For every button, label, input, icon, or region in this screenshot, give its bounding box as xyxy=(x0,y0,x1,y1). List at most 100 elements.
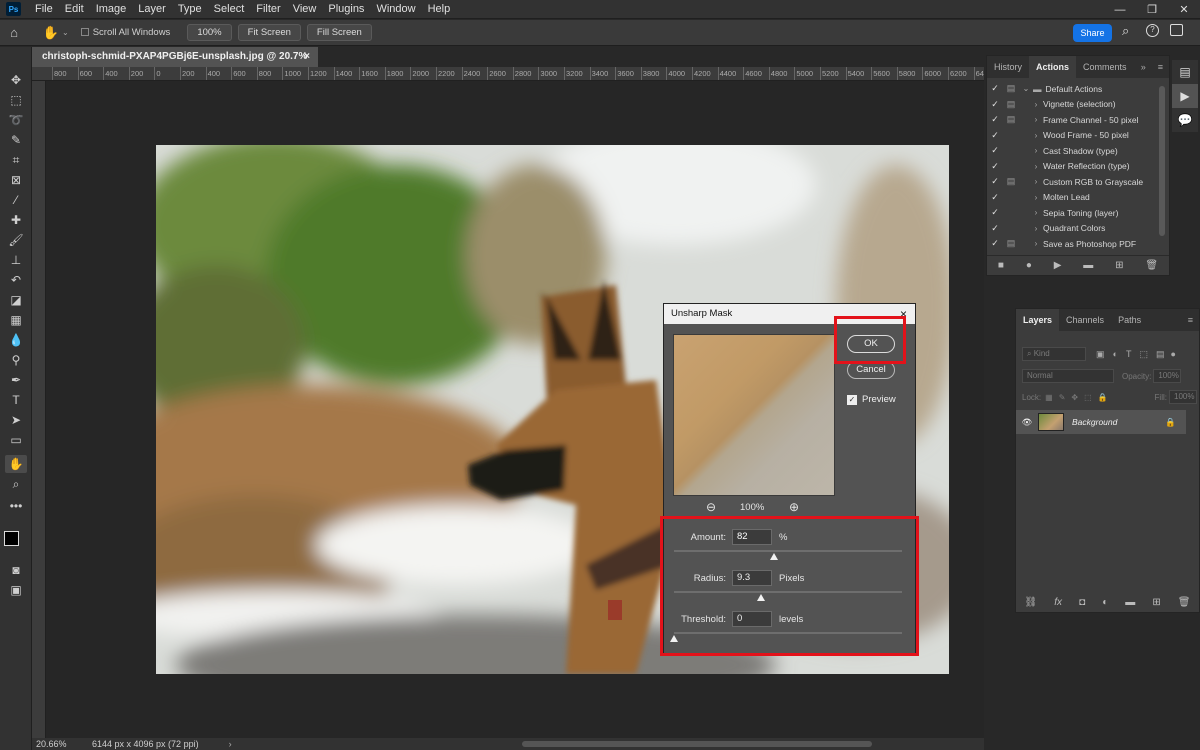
zoom-in-icon[interactable]: ⊕ xyxy=(789,500,799,514)
blend-mode-select[interactable]: Normal xyxy=(1022,369,1114,383)
menu-view[interactable]: View xyxy=(287,0,323,19)
delete-icon[interactable]: 🗑 xyxy=(1145,260,1158,271)
checkmark-icon[interactable]: ✓ xyxy=(987,99,1003,110)
hand-tool-active-icon[interactable]: ✋ xyxy=(5,455,27,473)
home-icon[interactable]: ⌂ xyxy=(0,25,28,40)
expand-chevron-icon[interactable]: › xyxy=(1029,224,1043,233)
filter-type-icon[interactable]: T xyxy=(1126,349,1132,359)
menu-select[interactable]: Select xyxy=(208,0,251,19)
visibility-eye-icon[interactable]: 👁 xyxy=(1016,417,1038,428)
eraser-tool-icon[interactable]: ◪ xyxy=(5,291,27,309)
add-mask-icon[interactable]: ◘ xyxy=(1079,597,1085,608)
scroll-all-windows-checkbox[interactable]: Scroll All Windows xyxy=(80,27,170,38)
expand-chevron-icon[interactable]: › xyxy=(1029,162,1043,171)
clone-stamp-tool-icon[interactable]: ⊥ xyxy=(5,251,27,269)
action-row[interactable]: ✓ › Molten Lead xyxy=(987,190,1169,206)
checkmark-icon[interactable]: ✓ xyxy=(987,176,1003,187)
action-row[interactable]: ✓ ▤ ⌄ ▬ Default Actions xyxy=(987,81,1169,97)
tab-layers[interactable]: Layers xyxy=(1016,309,1060,331)
close-window-button[interactable]: ✕ xyxy=(1168,0,1200,19)
hand-tool-icon[interactable]: ✋ xyxy=(40,25,62,41)
layers-menu-icon[interactable]: ≡ xyxy=(1188,315,1199,325)
checkmark-icon[interactable]: ✓ xyxy=(987,192,1003,203)
checkmark-icon[interactable]: ✓ xyxy=(987,223,1003,234)
layer-kind-filter[interactable]: ⌕ Kind xyxy=(1022,347,1086,361)
dialog-toggle-icon[interactable]: ▤ xyxy=(1003,114,1019,125)
checkmark-icon[interactable]: ✓ xyxy=(987,161,1003,172)
horizontal-scrollbar[interactable] xyxy=(522,741,872,747)
tab-channels[interactable]: Channels xyxy=(1059,309,1111,331)
lock-artboard-icon[interactable]: ⬚ xyxy=(1084,393,1092,402)
tab-actions[interactable]: Actions xyxy=(1029,56,1077,78)
move-tool-icon[interactable]: ✥ xyxy=(5,71,27,89)
expand-chevron-icon[interactable]: › xyxy=(1029,193,1043,202)
lasso-tool-icon[interactable]: ➰ xyxy=(5,111,27,129)
screen-mode-icon[interactable]: ▣ xyxy=(5,581,27,599)
menu-edit[interactable]: Edit xyxy=(59,0,90,19)
minimize-button[interactable]: — xyxy=(1104,0,1136,19)
search-icon[interactable]: ⌕ xyxy=(1122,23,1129,39)
stop-icon[interactable]: ■ xyxy=(998,260,1004,271)
blur-tool-icon[interactable]: 💧 xyxy=(5,331,27,349)
eyedropper-tool-icon[interactable]: ⁄ xyxy=(5,191,27,209)
expand-chevron-icon[interactable]: › xyxy=(1029,239,1043,248)
action-row[interactable]: ✓ ▤ › Save as Photoshop PDF xyxy=(987,236,1169,252)
help-icon[interactable]: ? xyxy=(1146,24,1159,37)
action-row[interactable]: ✓ › Quadrant Colors xyxy=(987,221,1169,237)
fill-field[interactable]: 100% xyxy=(1169,390,1197,404)
menu-plugins[interactable]: Plugins xyxy=(322,0,370,19)
menu-help[interactable]: Help xyxy=(422,0,457,19)
new-action-icon[interactable]: ⊞ xyxy=(1115,260,1123,271)
fx-icon[interactable]: fx xyxy=(1054,597,1062,608)
play-icon[interactable]: ▶ xyxy=(1054,260,1062,271)
chevron-down-icon[interactable]: ⌄ xyxy=(62,28,69,37)
record-icon[interactable]: ● xyxy=(1026,260,1032,271)
expand-chevron-icon[interactable]: ⌄ xyxy=(1019,84,1033,93)
menu-layer[interactable]: Layer xyxy=(132,0,172,19)
crop-tool-icon[interactable]: ⌗ xyxy=(5,151,27,169)
action-row[interactable]: ✓ ▤ › Custom RGB to Grayscale xyxy=(987,174,1169,190)
color-swatches[interactable] xyxy=(4,531,28,555)
frame-tool-icon[interactable]: ⊠ xyxy=(5,171,27,189)
brush-tool-icon[interactable]: 🖌 xyxy=(5,231,27,249)
new-layer-icon[interactable]: ⊞ xyxy=(1152,597,1160,608)
tab-comments[interactable]: Comments xyxy=(1076,56,1134,78)
link-layers-icon[interactable]: ⛓ xyxy=(1025,597,1038,608)
restore-button[interactable]: ❐ xyxy=(1136,0,1168,19)
history-brush-tool-icon[interactable]: ↶ xyxy=(5,271,27,289)
action-row[interactable]: ✓ ▤ › Frame Channel - 50 pixel xyxy=(987,112,1169,128)
type-tool-icon[interactable]: T xyxy=(5,391,27,409)
checkmark-icon[interactable]: ✓ xyxy=(987,145,1003,156)
fit-screen-button[interactable]: Fit Screen xyxy=(237,24,301,41)
filter-toggle-icon[interactable]: ● xyxy=(1170,349,1175,359)
checkmark-icon[interactable]: ✓ xyxy=(987,130,1003,141)
expand-chevron-icon[interactable]: › xyxy=(1029,115,1043,124)
filter-preview[interactable] xyxy=(673,334,835,496)
actions-side-icon[interactable]: ▶ xyxy=(1172,84,1198,108)
new-set-icon[interactable]: ▬ xyxy=(1083,260,1093,271)
tab-paths[interactable]: Paths xyxy=(1111,309,1148,331)
filter-pixel-icon[interactable]: ▣ xyxy=(1096,349,1105,360)
expand-chevron-icon[interactable]: › xyxy=(1029,100,1043,109)
menu-type[interactable]: Type xyxy=(172,0,208,19)
expand-chevron-icon[interactable]: › xyxy=(1029,208,1043,217)
dialog-toggle-icon[interactable]: ▤ xyxy=(1003,99,1019,110)
action-row[interactable]: ✓ › Cast Shadow (type) xyxy=(987,143,1169,159)
healing-brush-tool-icon[interactable]: ✚ xyxy=(5,211,27,229)
workspace-icon[interactable] xyxy=(1170,24,1183,36)
pen-tool-icon[interactable]: ✒ xyxy=(5,371,27,389)
tab-history[interactable]: History xyxy=(987,56,1029,78)
zoom-tool-icon[interactable]: ⌕ xyxy=(5,475,27,493)
dialog-toggle-icon[interactable]: ▤ xyxy=(1003,83,1019,94)
filter-adjustment-icon[interactable]: ◐ xyxy=(1113,349,1118,359)
expand-chevron-icon[interactable]: › xyxy=(1029,177,1043,186)
status-arrow-icon[interactable]: › xyxy=(229,739,232,749)
history-side-icon[interactable]: ▤ xyxy=(1172,60,1198,84)
new-group-icon[interactable]: ▬ xyxy=(1125,597,1135,608)
lock-position-icon[interactable]: ✥ xyxy=(1071,393,1078,402)
gradient-tool-icon[interactable]: ▦ xyxy=(5,311,27,329)
filter-shape-icon[interactable]: ⬚ xyxy=(1139,349,1148,360)
checkmark-icon[interactable]: ✓ xyxy=(987,207,1003,218)
menu-window[interactable]: Window xyxy=(370,0,421,19)
menu-file[interactable]: File xyxy=(29,0,59,19)
